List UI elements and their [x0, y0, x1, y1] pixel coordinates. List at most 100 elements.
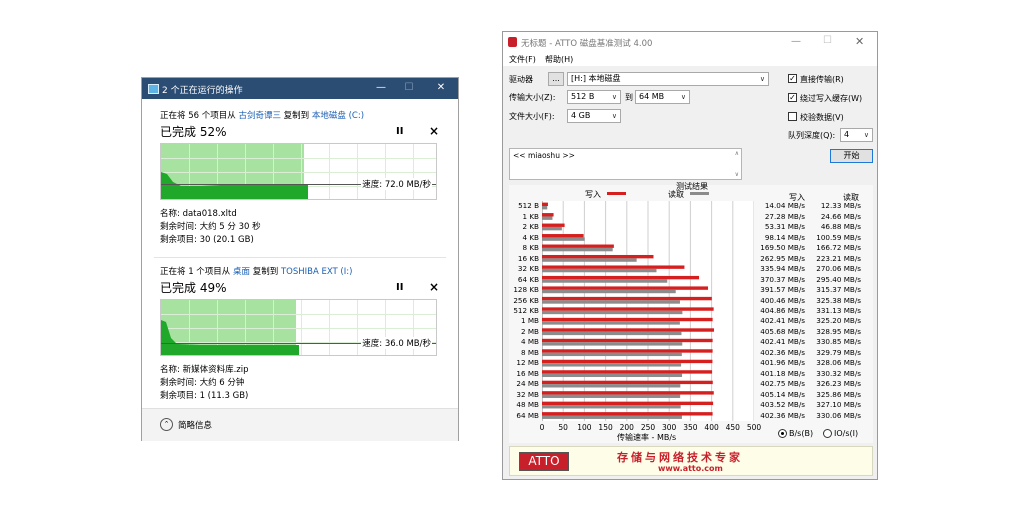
write-bar	[542, 296, 712, 301]
bytes-radio[interactable]	[778, 429, 787, 438]
read-bar	[542, 405, 681, 409]
read-value: 325.38 MB/s	[816, 295, 861, 305]
source-link[interactable]: 古剑奇谭三	[238, 111, 281, 121]
speed-label: 速度: 36.0 MB/秒	[361, 337, 432, 349]
category-labels: 512 B1 KB 2 KB 4 KB 8 KB 16 KB 32 KB 64 KB 128 …	[509, 201, 541, 421]
divider	[154, 257, 446, 258]
scroll-down-icon[interactable]: ∨	[735, 171, 739, 178]
banner-url[interactable]: www.atto.com	[658, 464, 723, 473]
less-details-button[interactable]: 简略信息	[178, 419, 212, 431]
transfer-size-to-select[interactable]: 64 MB ∨	[635, 90, 690, 104]
direct-io-checkbox[interactable]: ✓	[788, 74, 797, 83]
description-textarea[interactable]: << miaoshu >> ∧ ∨	[509, 148, 742, 180]
read-value: 328.95 MB/s	[816, 326, 861, 336]
description-text: << miaoshu >>	[513, 151, 575, 160]
drive-browse-button[interactable]: ...	[548, 72, 564, 86]
write-bar	[542, 349, 713, 353]
read-bar	[542, 258, 637, 262]
start-button[interactable]: 开始	[830, 149, 873, 163]
category-label: 2 MB	[521, 326, 539, 336]
x-tick-label: 100	[577, 423, 592, 432]
category-label: 8 KB	[522, 243, 539, 253]
x-tick-label: 450	[725, 423, 740, 432]
chevron-down-icon: ∨	[759, 75, 765, 83]
destination-link[interactable]: TOSHIBA EXT (I:)	[281, 267, 352, 277]
read-bar	[542, 373, 683, 378]
atto-banner[interactable]: ATTO 存储与网络技术专家 www.atto.com	[509, 446, 873, 476]
write-value: 402.41 MB/s	[760, 316, 805, 326]
chevron-down-icon: ∨	[611, 112, 617, 120]
menu-bar: 文件(F) 帮助(H)	[503, 53, 877, 66]
footer: ⌃ 简略信息	[142, 408, 458, 441]
desc-prefix: 正在将 56 个项目从	[160, 111, 236, 121]
desc-prefix: 正在将 1 个项目从	[160, 267, 231, 277]
close-window-button[interactable]: ✕	[855, 35, 864, 48]
read-value: 330.32 MB/s	[816, 368, 861, 378]
write-bar	[542, 244, 614, 248]
write-bar	[542, 275, 700, 280]
to-label: 到	[625, 93, 633, 102]
operation-details: 名称: data018.xltd 剩余时间: 大约 5 分 30 秒 剩余项目:…	[160, 208, 261, 247]
transfer-size-from-select[interactable]: 512 B ∨	[567, 90, 621, 104]
window-title: 2 个正在运行的操作	[162, 86, 243, 96]
source-link[interactable]: 桌面	[233, 267, 250, 277]
write-bar	[542, 317, 713, 322]
category-label: 4 KB	[522, 232, 539, 242]
read-bar	[542, 289, 676, 294]
pause-button[interactable]: II	[396, 126, 403, 137]
category-label: 512 B	[518, 201, 539, 211]
category-label: 4 MB	[521, 337, 539, 347]
cancel-operation-button[interactable]: ×	[429, 124, 439, 138]
read-value: 330.85 MB/s	[816, 337, 861, 347]
pause-button[interactable]: II	[396, 282, 403, 293]
verify-data-checkbox[interactable]	[788, 112, 797, 121]
scroll-up-icon[interactable]: ∧	[735, 150, 739, 157]
queue-depth-label: 队列深度(Q):	[788, 131, 836, 140]
category-label: 8 MB	[521, 347, 539, 357]
write-value: 400.46 MB/s	[760, 295, 805, 305]
category-label: 32 KB	[517, 264, 539, 274]
minimize-button[interactable]: —	[374, 82, 388, 93]
write-bar	[542, 234, 584, 238]
bypass-cache-checkbox[interactable]: ✓	[788, 93, 797, 102]
category-label: 2 KB	[522, 222, 539, 232]
bytes-radio-label: B/s(B)	[789, 429, 814, 438]
verify-data-label: 校验数据(V)	[800, 113, 844, 122]
banner-slogan: 存储与网络技术专家	[617, 451, 743, 464]
menu-help[interactable]: 帮助(H)	[545, 54, 573, 65]
legend-write-label: 写入	[585, 190, 601, 199]
menu-file[interactable]: 文件(F)	[509, 54, 536, 65]
legend-read-swatch	[690, 192, 709, 195]
read-value: 325.86 MB/s	[816, 389, 861, 399]
write-value: 14.04 MB/s	[764, 201, 805, 211]
close-window-button[interactable]: ✕	[434, 82, 448, 93]
read-bar	[542, 342, 683, 346]
drive-select[interactable]: [H:] 本地磁盘 ∨	[567, 72, 769, 86]
write-value: 402.36 MB/s	[760, 410, 805, 420]
atto-logo: ATTO	[519, 452, 569, 471]
read-value: 24.66 MB/s	[820, 211, 861, 221]
chevron-up-icon[interactable]: ⌃	[160, 418, 173, 431]
read-value: 328.06 MB/s	[816, 358, 861, 368]
file-name: 名称: 新媒体资料库.zip	[160, 365, 249, 375]
read-value: 166.72 MB/s	[816, 243, 861, 253]
percent-complete: 已完成 52%	[160, 125, 227, 139]
file-name: 名称: data018.xltd	[160, 209, 237, 219]
title-bar: 无标题 - ATTO 磁盘基准测试 4.00 — ☐ ✕	[503, 32, 877, 53]
iops-radio[interactable]	[823, 429, 832, 438]
queue-depth-select[interactable]: 4 ∨	[840, 128, 873, 142]
time-remaining: 剩余时间: 大约 5 分 30 秒	[160, 222, 261, 232]
category-label: 512 KB	[513, 306, 539, 315]
minimize-button[interactable]: —	[791, 36, 801, 47]
write-value: 401.96 MB/s	[760, 358, 805, 368]
destination-link[interactable]: 本地磁盘 (C:)	[312, 111, 364, 121]
read-value: 329.79 MB/s	[816, 347, 861, 357]
read-value: 331.13 MB/s	[816, 306, 861, 315]
chevron-down-icon: ∨	[680, 93, 686, 101]
transfer-from-value: 512 B	[571, 92, 595, 101]
file-size-select[interactable]: 4 GB ∨	[567, 109, 621, 123]
category-label: 16 KB	[517, 253, 539, 263]
cancel-operation-button[interactable]: ×	[429, 280, 439, 294]
read-bar	[542, 363, 682, 367]
read-bar	[542, 321, 680, 325]
